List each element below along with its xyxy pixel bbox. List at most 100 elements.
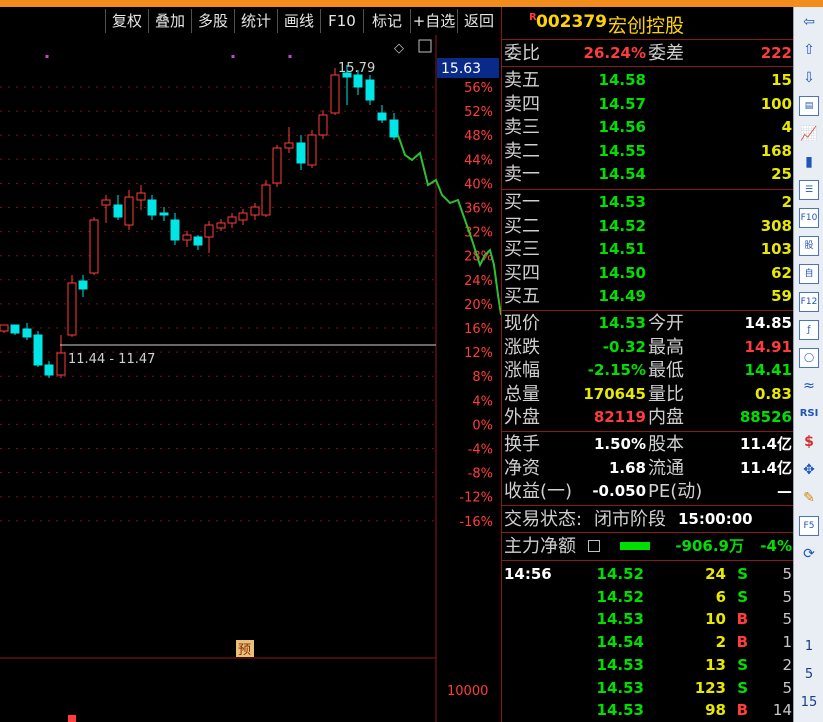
list-icon[interactable]: ☰ xyxy=(799,180,819,200)
arrow-up-icon[interactable]: ⇧ xyxy=(799,40,819,60)
f5-icon[interactable]: F5 xyxy=(799,516,819,536)
stock-name[interactable]: 宏创控股 xyxy=(608,11,684,38)
fund-row: 净资 1.68 流通 11.4亿 xyxy=(502,457,794,480)
bid-price[interactable]: 14.49 xyxy=(599,285,646,308)
arrow-down-icon[interactable]: ⇩ xyxy=(799,68,819,88)
candle xyxy=(159,212,169,216)
list-icon[interactable] xyxy=(588,540,600,552)
candle xyxy=(353,74,363,88)
self-icon[interactable]: 自 xyxy=(799,264,819,284)
add-favorite-button[interactable]: +自选 xyxy=(410,9,457,33)
main-flow-label: 主力净额 xyxy=(504,536,576,557)
quote-panel: R 002379 宏创控股 委比 26.24% 委差 222 卖五 14.58 15 卖四 14… xyxy=(501,7,794,722)
stat-label: 总量 xyxy=(504,383,540,405)
stat-value: 82119 xyxy=(593,408,646,426)
period-15-button[interactable]: 15 xyxy=(799,693,819,713)
f10-button[interactable]: F10 xyxy=(320,9,363,33)
bid-price[interactable]: 14.50 xyxy=(599,262,646,285)
circle-icon[interactable]: ◯ xyxy=(799,348,819,368)
pencil-icon[interactable]: ✎ xyxy=(799,488,819,508)
tick-side: S xyxy=(737,655,748,674)
restore-rights-button[interactable]: 复权 xyxy=(105,9,148,33)
candle xyxy=(101,199,111,206)
weicha-value: 222 xyxy=(760,44,792,62)
ask-price[interactable]: 14.55 xyxy=(599,140,646,163)
mark-button[interactable]: 标记 xyxy=(363,9,410,33)
bid-volume: 62 xyxy=(771,263,792,282)
f12-icon[interactable]: F12 xyxy=(799,292,819,312)
ask-price[interactable]: 14.57 xyxy=(599,93,646,116)
dollar-icon[interactable]: $ xyxy=(799,432,819,452)
back-button[interactable]: 返回 xyxy=(457,9,500,33)
tick-volume: 24 xyxy=(705,565,726,583)
fund-value: -0.050 xyxy=(592,482,646,500)
arrow-left-icon[interactable]: ⇦ xyxy=(799,12,819,32)
candle xyxy=(227,216,237,224)
move-icon[interactable]: ✥ xyxy=(799,460,819,480)
f10-icon[interactable]: F10 xyxy=(799,208,819,228)
rsi-icon[interactable]: RSI xyxy=(799,404,819,424)
tick-price: 14.53 xyxy=(596,610,644,629)
tick-price: 14.53 xyxy=(596,701,644,720)
bid-price[interactable]: 14.52 xyxy=(599,215,646,238)
tick-volume: 6 xyxy=(715,587,726,606)
tick-volume: 98 xyxy=(705,701,726,720)
candle xyxy=(78,280,88,290)
volume-axis-label: 10000 xyxy=(447,684,488,699)
report-icon[interactable]: ▤ xyxy=(799,96,819,116)
fund-label: 股本 xyxy=(648,434,684,455)
bid-price[interactable]: 14.51 xyxy=(599,238,646,261)
tick-count: 5 xyxy=(782,610,792,629)
pct-axis-label: 12% xyxy=(464,346,493,361)
ask-price[interactable]: 14.58 xyxy=(599,69,646,92)
holder-icon[interactable]: 股 xyxy=(799,236,819,256)
bid-label: 买一 xyxy=(504,192,540,213)
kline-svg: 56%52%48%44%40%36%32%28%24%20%16%12%8%4%… xyxy=(0,35,501,722)
candle-icon[interactable]: ▮ xyxy=(799,152,819,172)
candle xyxy=(318,114,328,136)
ask-price[interactable]: 14.56 xyxy=(599,116,646,139)
stat-value: 14.41 xyxy=(744,361,792,379)
bid-volume: 2 xyxy=(781,193,792,211)
ask-volume: 168 xyxy=(760,141,792,160)
multi-stock-button[interactable]: 多股 xyxy=(191,9,234,33)
candle xyxy=(170,219,180,241)
pct-axis-label: -4% xyxy=(468,443,493,458)
pct-axis-label: 36% xyxy=(464,202,493,217)
statistics-button[interactable]: 统计 xyxy=(234,9,277,33)
diamond-icon[interactable]: ◇ xyxy=(394,41,404,56)
overlay-button[interactable]: 叠加 xyxy=(148,9,191,33)
ask-price[interactable]: 14.54 xyxy=(599,163,646,186)
refresh-icon[interactable]: ⟳ xyxy=(799,544,819,564)
tick-count: 1 xyxy=(782,633,792,652)
period-1-button[interactable]: 1 xyxy=(799,637,819,657)
window-toggle-icon[interactable] xyxy=(418,39,432,53)
candle xyxy=(56,352,66,376)
candle xyxy=(0,324,9,332)
tick-price: 14.54 xyxy=(596,633,644,652)
status-label: 交易状态: xyxy=(504,509,583,530)
pct-axis-label: 40% xyxy=(464,177,493,192)
tick-row: 14.53 10 B 5 xyxy=(502,608,794,631)
candle xyxy=(238,212,248,221)
ask-volume: 4 xyxy=(781,118,792,136)
trade-status-row: 交易状态: 闭市阶段 15:00:00 xyxy=(502,508,794,531)
status-time: 15:00:00 xyxy=(678,510,753,528)
peak-price-label: 15.79 xyxy=(338,61,375,76)
tick-price: 14.53 xyxy=(596,655,644,674)
stat-row: 外盘 82119 内盘 88526 xyxy=(502,406,794,429)
draw-line-button[interactable]: 画线 xyxy=(277,9,320,33)
period-5-button[interactable]: 5 xyxy=(799,665,819,685)
tick-count: 5 xyxy=(782,587,792,606)
pct-axis-label: 8% xyxy=(472,370,493,385)
candle xyxy=(307,134,317,166)
fx-icon[interactable]: ƒ xyxy=(799,320,819,340)
stat-label: 现价 xyxy=(504,313,540,334)
bid-price[interactable]: 14.53 xyxy=(599,191,646,214)
trend-icon[interactable]: 📈 xyxy=(799,124,819,144)
wave-icon[interactable]: ≈ xyxy=(799,376,819,396)
bid-row: 买五 14.49 59 xyxy=(502,285,794,308)
weibi-value: 26.24% xyxy=(583,44,646,62)
tick-side: S xyxy=(737,678,748,697)
pct-axis-label: 24% xyxy=(464,274,493,289)
